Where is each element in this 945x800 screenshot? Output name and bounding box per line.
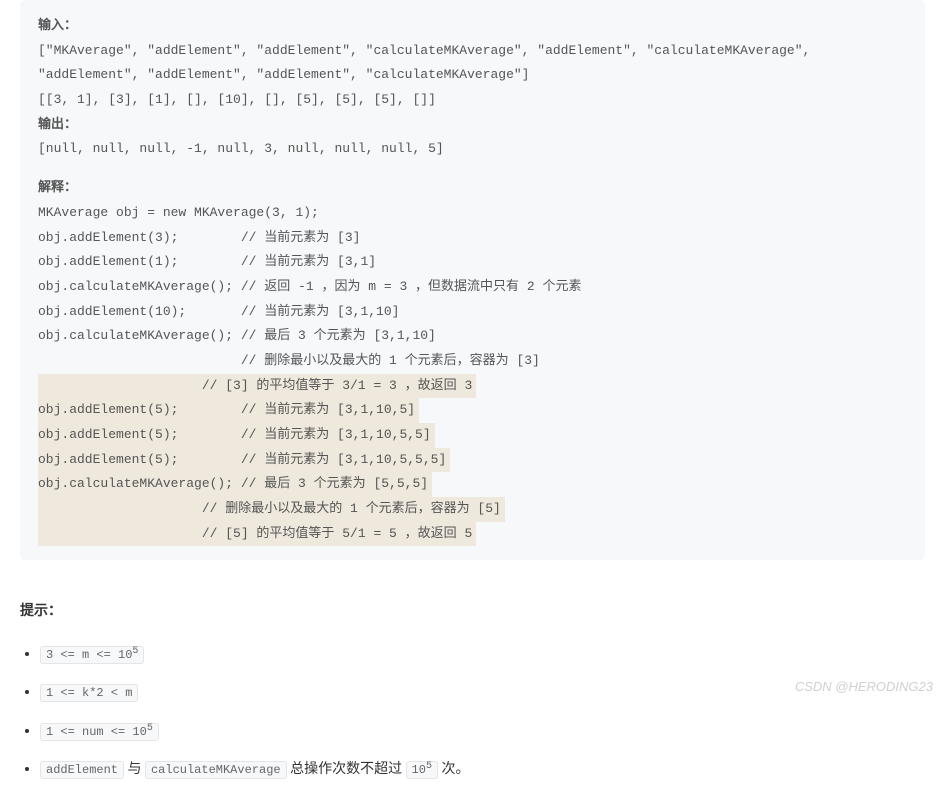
constraint-code: 1 <= num <= 105 — [40, 723, 159, 741]
explain-label: 解释： — [38, 176, 907, 201]
hint-item: 1 <= num <= 105 — [40, 720, 925, 742]
constraint-code: addElement — [40, 761, 124, 779]
input-line-1: ["MKAverage", "addElement", "addElement"… — [38, 39, 907, 64]
hints-list: 3 <= m <= 105 1 <= k*2 < m 1 <= num <= 1… — [20, 643, 925, 781]
example-code-block: 输入： ["MKAverage", "addElement", "addElem… — [20, 0, 925, 560]
explain-line: obj.addElement(1); // 当前元素为 [3,1] — [38, 250, 907, 275]
explain-line: MKAverage obj = new MKAverage(3, 1); — [38, 201, 907, 226]
input-line-3: [[3, 1], [3], [1], [], [10], [], [5], [5… — [38, 88, 907, 113]
hint-text: 总操作次数不超过 — [287, 761, 406, 777]
input-line-2: "addElement", "addElement", "addElement"… — [38, 63, 907, 88]
hint-text: 次。 — [438, 761, 469, 777]
explain-line-highlight: obj.addElement(5); // 当前元素为 [3,1,10,5,5] — [38, 423, 435, 448]
explain-line-highlight: // [3] 的平均值等于 3/1 = 3 ，故返回 3 — [38, 374, 476, 399]
constraint-code: calculateMKAverage — [145, 761, 287, 779]
hint-item: 3 <= m <= 105 — [40, 643, 925, 665]
explain-line: obj.calculateMKAverage(); // 最后 3 个元素为 [… — [38, 324, 907, 349]
hints-section: 提示： 3 <= m <= 105 1 <= k*2 < m 1 <= num … — [20, 600, 925, 780]
input-label: 输入： — [38, 14, 907, 39]
explain-line-highlight: obj.addElement(5); // 当前元素为 [3,1,10,5] — [38, 398, 419, 423]
explain-line: obj.addElement(10); // 当前元素为 [3,1,10] — [38, 300, 907, 325]
hint-text: 与 — [124, 761, 145, 777]
hint-item: addElement 与 calculateMKAverage 总操作次数不超过… — [40, 758, 925, 780]
constraint-code: 1 <= k*2 < m — [40, 684, 138, 702]
constraint-code: 105 — [406, 761, 438, 779]
output-line: [null, null, null, -1, null, 3, null, nu… — [38, 137, 907, 162]
constraint-code: 3 <= m <= 105 — [40, 646, 144, 664]
explain-line-highlight: // 删除最小以及最大的 1 个元素后，容器为 [5] — [38, 497, 505, 522]
hint-item: 1 <= k*2 < m — [40, 681, 925, 703]
explain-line-highlight: obj.addElement(5); // 当前元素为 [3,1,10,5,5,… — [38, 448, 450, 473]
explain-line-highlight: // [5] 的平均值等于 5/1 = 5 ，故返回 5 — [38, 522, 476, 547]
hints-title: 提示： — [20, 600, 925, 622]
explain-line-highlight: obj.calculateMKAverage(); // 最后 3 个元素为 [… — [38, 472, 432, 497]
explain-line: obj.calculateMKAverage(); // 返回 -1 ，因为 m… — [38, 275, 907, 300]
watermark-text: CSDN @HERODING23 — [795, 677, 933, 698]
output-label: 输出： — [38, 113, 907, 138]
explain-line: obj.addElement(3); // 当前元素为 [3] — [38, 226, 907, 251]
explain-line: // 删除最小以及最大的 1 个元素后，容器为 [3] — [38, 349, 907, 374]
